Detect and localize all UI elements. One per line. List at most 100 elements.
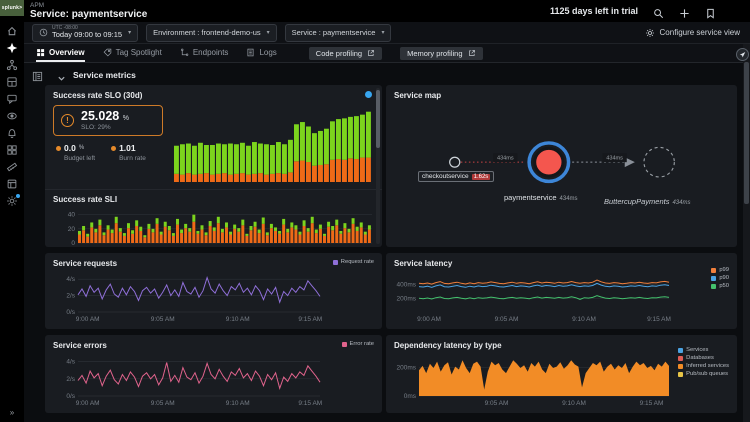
- infrastructure-icon[interactable]: [0, 56, 24, 73]
- memory-profiling-button[interactable]: Memory profiling: [400, 47, 482, 60]
- svg-text:4/s: 4/s: [66, 359, 75, 366]
- card-scrollbar: [376, 88, 380, 244]
- time-range-picker[interactable]: UTC -08:00 Today 09:00 to 09:15 ▾: [32, 24, 138, 42]
- external-link-icon: [468, 49, 476, 57]
- legend-p90[interactable]: p90: [711, 275, 729, 282]
- section-collapse-icon[interactable]: [57, 70, 66, 79]
- status-dot: [56, 146, 61, 151]
- dependency-latency-card: Dependency latency by type Services Data…: [386, 335, 737, 413]
- legend-p99[interactable]: p99: [711, 267, 729, 274]
- slo-card-title: Success rate SLO (30d): [53, 91, 374, 100]
- downstream-node[interactable]: [644, 147, 674, 177]
- svg-text:9:00 AM: 9:00 AM: [76, 316, 100, 323]
- svg-text:9:15 AM: 9:15 AM: [647, 316, 671, 323]
- splunk-logo: splunk>: [0, 0, 24, 16]
- svg-text:9:00 AM: 9:00 AM: [417, 316, 441, 323]
- service-errors-card: Service errors Error rate 4/s2/s0/s9:00 …: [45, 335, 382, 413]
- apm-icon[interactable]: [0, 39, 24, 56]
- upstream-service-label[interactable]: checkoutservice 1.62s: [418, 171, 494, 182]
- legend-inferred-services[interactable]: Inferred services: [678, 363, 729, 370]
- edge-in-latency: 434ms: [497, 156, 514, 162]
- legend-databases[interactable]: Databases: [678, 355, 729, 362]
- metrics-icon[interactable]: [0, 141, 24, 158]
- errors-title: Service errors: [53, 341, 374, 350]
- tab-logs[interactable]: Logs: [246, 44, 276, 62]
- add-icon[interactable]: [679, 6, 690, 17]
- service-requests-card: Service requests Request rate 4/s2/s0/s9…: [45, 253, 382, 329]
- data-management-icon[interactable]: [0, 175, 24, 192]
- main-node[interactable]: [535, 148, 563, 176]
- svg-text:400ms: 400ms: [396, 282, 416, 289]
- messages-icon[interactable]: [0, 90, 24, 107]
- svg-text:9:05 AM: 9:05 AM: [151, 316, 175, 323]
- requests-title: Service requests: [53, 259, 374, 268]
- latency-line-chart[interactable]: 400ms200ms9:00 AM9:05 AM9:10 AM9:15 AM: [394, 268, 671, 323]
- tab-tag-spotlight[interactable]: Tag Spotlight: [103, 44, 162, 62]
- svg-text:0: 0: [71, 240, 75, 247]
- slo-target: SLO: 29%: [81, 124, 129, 131]
- downstream-service-label[interactable]: ButtercupPayments434ms: [604, 197, 690, 206]
- top-bar: APM Service: paymentservice 1125 days le…: [24, 0, 750, 22]
- configure-label: Configure service view: [660, 28, 740, 37]
- chevron-down-icon: ▾: [128, 29, 131, 36]
- help-beacon-button[interactable]: [736, 48, 749, 61]
- upstream-node[interactable]: [450, 157, 460, 167]
- dashboards-icon[interactable]: [0, 73, 24, 90]
- svg-text:20: 20: [68, 226, 76, 233]
- page-scrollbar: [743, 44, 750, 422]
- svg-text:9:00 AM: 9:00 AM: [76, 400, 100, 407]
- legend-pubsub-queues[interactable]: Pub/sub queues: [678, 371, 729, 378]
- tab-endpoints[interactable]: Endpoints: [180, 44, 229, 62]
- search-icon[interactable]: [653, 6, 664, 17]
- code-profiling-button[interactable]: Code profiling: [309, 47, 382, 60]
- service-map: 434ms 434ms checkoutservice 1.62s paymen…: [392, 105, 731, 243]
- svg-text:9:10 AM: 9:10 AM: [562, 400, 586, 407]
- legend-services[interactable]: Services: [678, 347, 729, 354]
- overview-grid-icon: [36, 48, 45, 57]
- info-dot-icon[interactable]: [365, 91, 372, 98]
- svg-text:9:15 AM: 9:15 AM: [298, 316, 322, 323]
- filter-toolbar: UTC -08:00 Today 09:00 to 09:15 ▾ Enviro…: [24, 22, 750, 44]
- slo-summary-box[interactable]: ! 25.028 % SLO: 29%: [53, 105, 163, 136]
- svg-text:0/s: 0/s: [66, 309, 75, 316]
- svg-text:9:15 AM: 9:15 AM: [298, 400, 322, 407]
- svg-text:9:15 AM: 9:15 AM: [640, 400, 664, 407]
- svg-text:9:05 AM: 9:05 AM: [151, 400, 175, 407]
- section-title: Service metrics: [73, 70, 136, 80]
- tab-overview[interactable]: Overview: [36, 44, 85, 62]
- legend-error-rate[interactable]: Error rate: [342, 341, 374, 348]
- slo-bar-chart[interactable]: [173, 105, 374, 183]
- errors-line-chart[interactable]: 4/s2/s0/s9:00 AM9:05 AM9:10 AM9:15 AM: [53, 350, 322, 407]
- bookmark-icon[interactable]: [705, 6, 716, 17]
- page-scrollbar-thumb[interactable]: [744, 62, 749, 204]
- configure-service-view-button[interactable]: Configure service view: [645, 28, 740, 38]
- logs-icon: [246, 48, 255, 57]
- service-map-card: Service map 434ms: [386, 85, 737, 247]
- outline-panel-icon[interactable]: [32, 69, 43, 80]
- home-icon[interactable]: [0, 22, 24, 39]
- detectors-icon[interactable]: [0, 107, 24, 124]
- legend-swatch: [333, 260, 338, 265]
- latency-title: Service latency: [394, 259, 729, 268]
- dependency-area-chart[interactable]: 200ms0ms9:05 AM9:10 AM9:15 AM: [394, 350, 671, 407]
- scrollbar-thumb[interactable]: [376, 90, 380, 148]
- settings-gear-icon[interactable]: [0, 192, 24, 209]
- main-service-label[interactable]: paymentservice434ms: [504, 193, 578, 202]
- sli-bar-chart[interactable]: 402009:00 AM9:05 AM9:10 AM9:15 AM: [53, 206, 374, 247]
- edge-out-latency: 434ms: [606, 156, 623, 162]
- environment-filter[interactable]: Environment : frontend-demo-us ▾: [146, 24, 277, 42]
- requests-line-chart[interactable]: 4/s2/s0/s9:00 AM9:05 AM9:10 AM9:15 AM: [53, 268, 322, 323]
- sidebar: splunk> »: [0, 0, 24, 422]
- apm-tools-icon[interactable]: [0, 158, 24, 175]
- service-latency-card: Service latency p99 p90 p50 400ms 200ms 9:…: [386, 253, 737, 329]
- alerts-bell-icon[interactable]: [0, 124, 24, 141]
- sidebar-expand-icon[interactable]: »: [10, 408, 14, 417]
- page-title: Service: paymentservice: [30, 9, 147, 20]
- service-filter[interactable]: Service : paymentservice ▾: [285, 24, 392, 42]
- legend-request-rate[interactable]: Request rate: [333, 259, 374, 266]
- warning-icon: !: [61, 114, 74, 127]
- endpoints-icon: [180, 48, 189, 57]
- svg-text:200ms: 200ms: [396, 295, 416, 302]
- legend-p50[interactable]: p50: [711, 283, 729, 290]
- service-label: Service : paymentservice: [292, 28, 376, 37]
